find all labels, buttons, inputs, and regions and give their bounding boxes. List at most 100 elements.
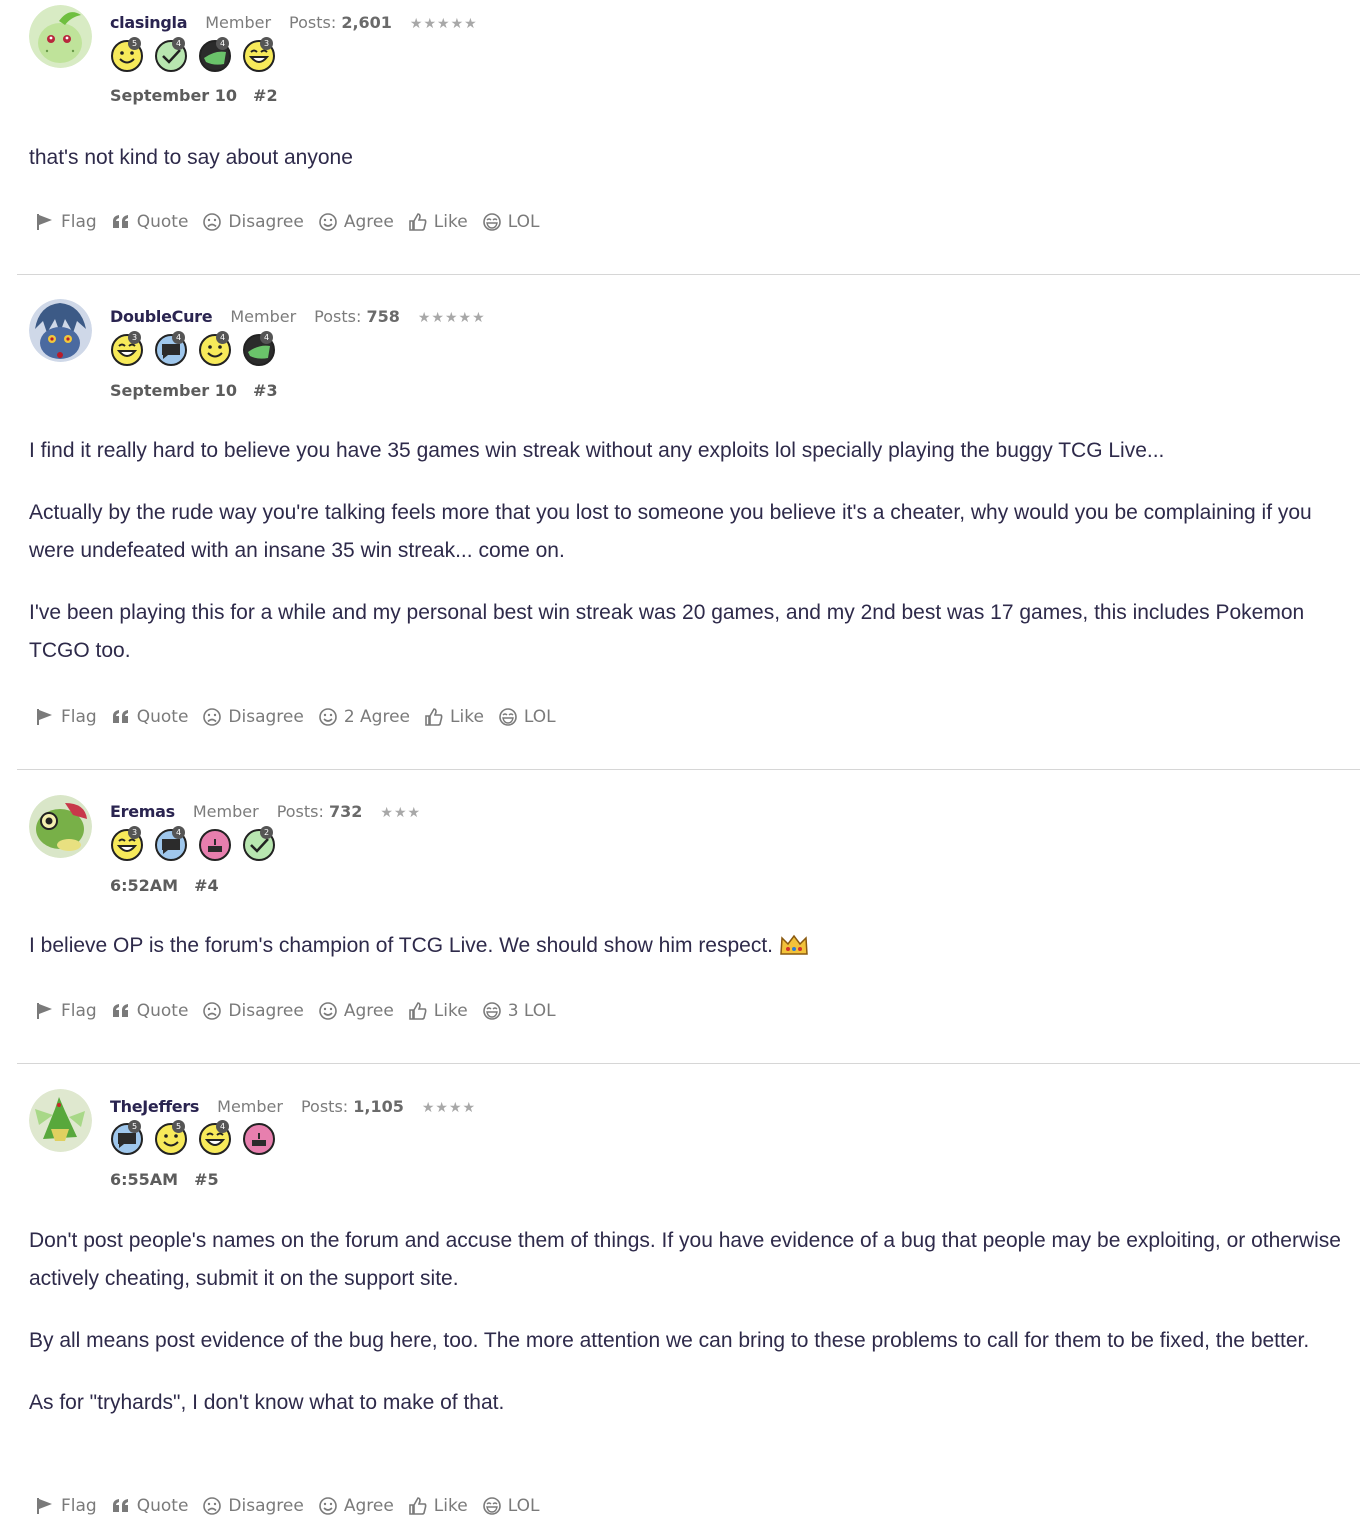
username[interactable]: clasingla (110, 13, 188, 32)
grin-badge-icon[interactable]: 3 (110, 826, 144, 861)
lol-button[interactable]: LOL (498, 707, 556, 727)
thumbs-up-icon (425, 708, 443, 726)
chat-badge-icon[interactable]: 4 (154, 331, 188, 366)
lol-button[interactable]: LOL (482, 1496, 539, 1516)
smile-badge-icon[interactable]: 5 (154, 1120, 188, 1155)
avatar[interactable] (29, 299, 92, 362)
post-paragraph: I find it really hard to believe you hav… (29, 439, 1165, 462)
badge-count: 4 (216, 331, 229, 344)
post-number[interactable]: #5 (194, 1170, 219, 1189)
flag-icon (37, 1498, 52, 1514)
smile-icon (319, 213, 337, 231)
post-paragraph: Don't post people's names on the forum a… (29, 1229, 1341, 1290)
agree-button[interactable]: Agree (318, 1001, 394, 1021)
post-date[interactable]: 6:52AM #4 (110, 876, 219, 895)
thumbs-up-icon (408, 1497, 427, 1515)
like-button[interactable]: Like (408, 1496, 468, 1516)
post-date[interactable]: 6:55AM #5 (110, 1170, 219, 1189)
thumbs-badge-icon[interactable]: 4 (242, 331, 276, 366)
user-role: Member (230, 307, 297, 326)
rank-stars: ★★★★ (421, 1100, 477, 1116)
quote-button[interactable]: Quote (111, 1496, 188, 1516)
like-button[interactable]: Like (424, 707, 484, 727)
quote-button[interactable]: Quote (111, 1001, 188, 1021)
thumbs-up-icon (408, 1002, 427, 1020)
post-divider (17, 274, 1360, 275)
username[interactable]: TheJeffers (110, 1097, 199, 1116)
disagree-button[interactable]: Disagree (202, 1496, 304, 1516)
smile-badge-icon[interactable]: 5 (110, 37, 144, 72)
frown-icon (203, 213, 222, 231)
disagree-button[interactable]: Disagree (202, 707, 304, 727)
username[interactable]: DoubleCure (110, 307, 213, 326)
post-actions: Flag Quote Disagree Agree Like LOL (35, 209, 553, 235)
badge-count: 4 (216, 1120, 229, 1133)
disagree-button[interactable]: Disagree (202, 1001, 304, 1021)
avatar[interactable] (29, 795, 92, 858)
agree-button[interactable]: 2 Agree (318, 707, 410, 727)
agree-button[interactable]: Agree (318, 1496, 394, 1516)
grin-badge-icon[interactable]: 3 (110, 331, 144, 366)
post-date[interactable]: September 10 #3 (110, 381, 278, 400)
badge-row: 5 5 4 (110, 1120, 286, 1155)
thumbs-up-icon (408, 213, 427, 231)
cake-badge-icon[interactable] (198, 827, 232, 861)
chat-badge-icon[interactable]: 5 (110, 1120, 144, 1155)
post-date[interactable]: September 10 #2 (110, 86, 278, 105)
post-body: that's not kind to say about anyone (29, 139, 1349, 201)
badge-row: 3 4 4 4 (110, 331, 286, 366)
flag-button[interactable]: Flag (35, 212, 97, 232)
quote-button[interactable]: Quote (111, 707, 188, 727)
smile-icon (319, 708, 337, 726)
flag-button[interactable]: Flag (35, 1496, 97, 1516)
post-divider (17, 1063, 1360, 1064)
chat-badge-icon[interactable]: 4 (154, 826, 188, 861)
badge-row: 3 4 2 (110, 826, 286, 861)
grin-badge-icon[interactable]: 3 (242, 37, 276, 72)
check-badge-icon[interactable]: 2 (242, 826, 276, 861)
like-button[interactable]: Like (408, 212, 468, 232)
post-body: I believe OP is the forum's champion of … (29, 927, 1349, 989)
laugh-icon (482, 213, 501, 231)
laugh-icon (499, 708, 517, 726)
badge-count: 3 (260, 37, 273, 50)
post-number[interactable]: #2 (253, 86, 278, 105)
like-button[interactable]: Like (408, 1001, 468, 1021)
user-role: Member (205, 13, 272, 32)
lol-button[interactable]: LOL (482, 212, 539, 232)
post-paragraph: I believe OP is the forum's champion of … (29, 927, 1349, 965)
badge-count: 4 (172, 826, 185, 839)
rank-stars: ★★★★★ (409, 16, 478, 32)
grin-badge-icon[interactable]: 4 (198, 1120, 232, 1155)
badge-count: 2 (260, 826, 273, 839)
smile-badge-icon[interactable]: 4 (198, 331, 232, 366)
quote-button[interactable]: Quote (111, 212, 188, 232)
flag-button[interactable]: Flag (35, 707, 97, 727)
badge-count: 3 (128, 826, 141, 839)
flag-button[interactable]: Flag (35, 1001, 97, 1021)
check-badge-icon[interactable]: 4 (154, 37, 188, 72)
thumbs-badge-icon[interactable]: 4 (198, 37, 232, 72)
avatar[interactable] (29, 1089, 92, 1152)
username[interactable]: Eremas (110, 802, 175, 821)
laugh-icon (482, 1497, 501, 1515)
lol-button[interactable]: 3 LOL (482, 1001, 556, 1021)
user-role: Member (217, 1097, 283, 1116)
post-actions: Flag Quote Disagree Agree Like LOL (35, 1493, 553, 1519)
frown-icon (203, 1497, 222, 1515)
post-paragraph: As for "tryhards", I don't know what to … (29, 1391, 505, 1414)
post-number[interactable]: #4 (194, 876, 219, 895)
post-meta: Eremas Member Posts: 732 ★★★ (110, 802, 421, 824)
cake-badge-icon[interactable] (242, 1121, 276, 1155)
post-number[interactable]: #3 (253, 381, 278, 400)
post-meta: DoubleCure Member Posts: 758 ★★★★★ (110, 307, 486, 329)
badge-count: 3 (128, 331, 141, 344)
agree-button[interactable]: Agree (318, 212, 394, 232)
quote-icon (112, 710, 128, 723)
disagree-button[interactable]: Disagree (202, 212, 304, 232)
post-divider (17, 769, 1360, 770)
badge-row: 5 4 4 3 (110, 37, 286, 72)
avatar[interactable] (29, 5, 92, 68)
post-paragraph: Actually by the rude way you're talking … (29, 501, 1312, 562)
post-meta: clasingla Member Posts: 2,601 ★★★★★ (110, 13, 478, 35)
